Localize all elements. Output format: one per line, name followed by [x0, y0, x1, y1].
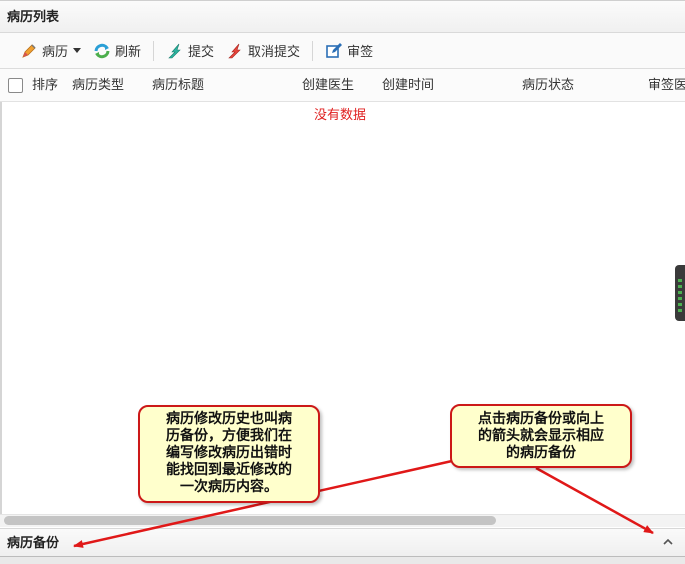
submit-icon: [166, 42, 184, 60]
column-header-order[interactable]: 排序: [32, 69, 58, 102]
chevron-down-icon: [73, 48, 82, 53]
submit-button[interactable]: 提交: [160, 38, 220, 64]
panel-title: 病历列表: [0, 0, 685, 33]
empty-message: 没有数据: [314, 108, 367, 123]
record-menu-label: 病历: [42, 45, 69, 60]
select-all-checkbox[interactable]: [8, 78, 23, 93]
refresh-label: 刷新: [115, 45, 142, 60]
cancel-submit-icon: [226, 42, 244, 60]
pencil-icon: [20, 42, 38, 60]
column-header-created-time[interactable]: 创建时间: [382, 69, 434, 102]
refresh-icon: [93, 42, 111, 60]
submit-label: 提交: [188, 45, 215, 60]
column-header-review-doctor[interactable]: 审签医: [648, 69, 685, 102]
review-sign-button[interactable]: 审签: [319, 38, 379, 64]
chevron-up-icon[interactable]: [660, 535, 676, 549]
toolbar-divider: [153, 40, 155, 61]
record-backup-title: 病历备份: [7, 536, 60, 551]
callout-backup-usage: 点击病历备份或向上 的箭头就会显示相应 的病历备份: [450, 404, 632, 468]
window-bottom-edge: [0, 557, 685, 564]
cancel-submit-label: 取消提交: [248, 45, 301, 60]
column-header-record-title[interactable]: 病历标题: [152, 69, 204, 102]
column-header-record-type[interactable]: 病历类型: [72, 69, 124, 102]
table-body-edge: [0, 102, 2, 520]
toolbar: 病历 刷新 提交 取消提交 审签: [0, 33, 685, 69]
toolbar-divider: [312, 40, 314, 61]
horizontal-scrollbar-thumb[interactable]: [4, 516, 496, 525]
callout-backup-description: 病历修改历史也叫病 历备份，方便我们在 编写修改病历出错时 能找回到最近修改的 …: [138, 405, 320, 503]
cancel-submit-button[interactable]: 取消提交: [220, 38, 306, 64]
review-sign-label: 审签: [347, 45, 374, 60]
refresh-button[interactable]: 刷新: [87, 38, 147, 64]
record-backup-header[interactable]: 病历备份: [0, 528, 685, 557]
table-header: 排序 病历类型 病历标题 创建医生 创建时间 病历状态 审签医: [0, 69, 685, 102]
side-scroll-widget[interactable]: [675, 265, 685, 321]
record-menu-button[interactable]: 病历: [14, 38, 87, 64]
column-header-record-status[interactable]: 病历状态: [522, 69, 574, 102]
column-header-created-doctor[interactable]: 创建医生: [302, 69, 354, 102]
edit-sign-icon: [325, 42, 343, 60]
